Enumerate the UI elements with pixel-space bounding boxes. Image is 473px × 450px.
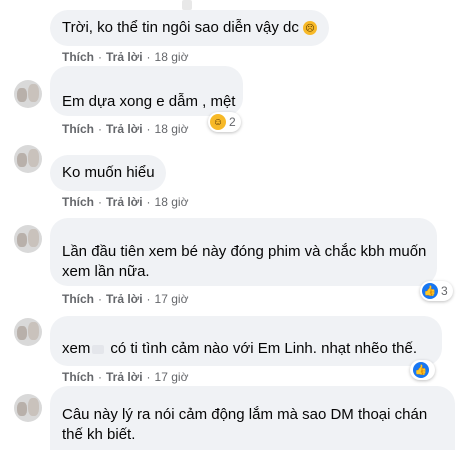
avatar[interactable]: [14, 394, 42, 422]
haha-icon: ☺: [210, 114, 226, 130]
comment-time[interactable]: 17 giờ: [155, 292, 189, 306]
reaction-badge[interactable]: 👍 3: [420, 281, 453, 301]
reply-link[interactable]: Trả lời: [106, 195, 143, 209]
comment-actions: Thích · Trả lời · 18 giờ: [62, 122, 189, 136]
cropped-icon: [182, 0, 192, 10]
comment-text: Trời, ko thể tin ngôi sao diễn vậy dc: [62, 19, 299, 36]
reply-link[interactable]: Trả lời: [106, 122, 143, 136]
like-link[interactable]: Thích: [62, 370, 94, 384]
reply-link[interactable]: Trả lời: [106, 292, 143, 306]
reaction-badge[interactable]: ☺ 2: [208, 112, 241, 132]
comment-text-line-2: thế kh biết.: [62, 426, 136, 443]
comment-text: Em dựa xong e dẫm , mệt: [62, 93, 236, 110]
comment-bubble: Lần đầu tiên xem bé này đóng phim và chắ…: [50, 218, 437, 286]
comment-bubble: Ko muốn hiểu: [50, 155, 166, 191]
comment-text: Ko muốn hiểu: [62, 164, 155, 181]
reply-link[interactable]: Trả lời: [106, 50, 143, 64]
comment-actions: Thích · Trả lời · 17 giờ: [62, 292, 189, 306]
comment-time[interactable]: 17 giờ: [155, 370, 189, 384]
comment-time[interactable]: 18 giờ: [155, 50, 189, 64]
comment-bubble: xem có ti tình cảm nào với Em Linh. nhạt …: [50, 316, 442, 366]
reply-link[interactable]: Trả lời: [106, 370, 143, 384]
reaction-count: 2: [229, 115, 236, 129]
comment-actions: Thích · Trả lời · 17 giờ: [62, 370, 189, 384]
comment-bubble: Em dựa xong e dẫm , mệt: [50, 66, 243, 116]
sad-face-icon: ☹: [302, 21, 317, 36]
redacted-name: [92, 344, 105, 354]
comment-text-prefix: xem: [62, 340, 91, 357]
avatar[interactable]: [14, 318, 42, 346]
comment-text: có ti tình cảm nào với Em Linh. nhạt nhẽ…: [110, 340, 418, 357]
thumbs-up-icon: 👍: [422, 283, 438, 299]
comment-time[interactable]: 18 giờ: [155, 122, 189, 136]
comment-actions: Thích · Trả lời · 18 giờ: [62, 50, 189, 64]
comment-text-line-1: Lần đầu tiên xem bé này đóng phim và chắ…: [62, 243, 427, 260]
comment-bubble: Trời, ko thể tin ngôi sao diễn vậy dc ☹: [50, 10, 329, 46]
avatar[interactable]: [14, 145, 42, 173]
avatar[interactable]: [14, 225, 42, 253]
comment-text-line-2: xem lần nữa.: [62, 263, 150, 280]
reaction-badge[interactable]: 👍: [410, 360, 435, 380]
comment-time[interactable]: 18 giờ: [155, 195, 189, 209]
reaction-count: 3: [441, 284, 448, 298]
like-link[interactable]: Thích: [62, 50, 94, 64]
comment-actions: Thích · Trả lời · 18 giờ: [62, 195, 189, 209]
like-link[interactable]: Thích: [62, 292, 94, 306]
like-link[interactable]: Thích: [62, 122, 94, 136]
thumbs-up-icon: 👍: [413, 362, 429, 378]
like-link[interactable]: Thích: [62, 195, 94, 209]
comment-bubble: Câu này lý ra nói cảm động lắm mà sao DM…: [50, 386, 455, 450]
avatar[interactable]: [14, 80, 42, 108]
comment-text-line-1: Câu này lý ra nói cảm động lắm mà sao DM…: [62, 406, 428, 423]
